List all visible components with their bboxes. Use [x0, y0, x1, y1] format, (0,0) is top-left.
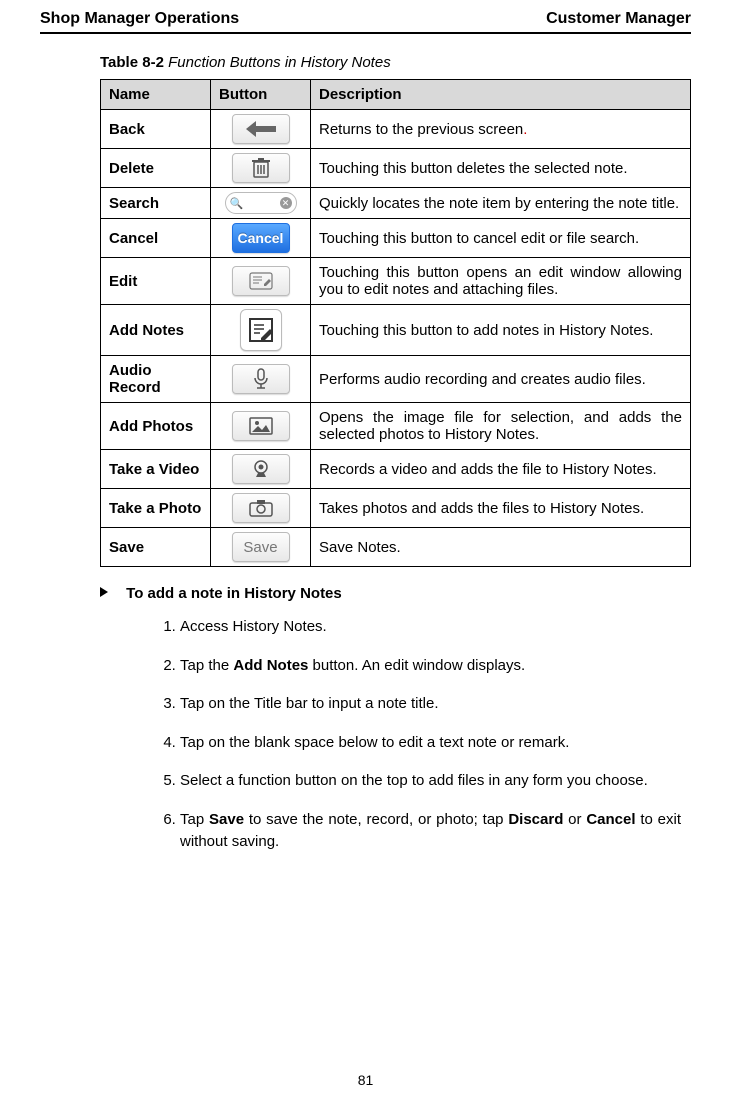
- header-right: Customer Manager: [546, 10, 691, 28]
- trash-icon: [232, 153, 290, 183]
- edit-note-icon: [232, 266, 290, 296]
- picture-icon: [232, 411, 290, 441]
- table-row: Save Save Save Notes.: [101, 528, 691, 567]
- row-name: Add Notes: [101, 305, 211, 356]
- save-button-icon: Save: [232, 532, 290, 562]
- page-number: 81: [0, 1072, 731, 1088]
- procedure: To add a note in History Notes Access Hi…: [100, 585, 691, 854]
- row-name: Save: [101, 528, 211, 567]
- search-box-icon: 🔍 ✕: [225, 192, 297, 214]
- row-desc: Touching this button to cancel edit or f…: [311, 219, 691, 258]
- add-notes-icon: [240, 309, 282, 351]
- caption-number: Table 8-2: [100, 54, 164, 71]
- header-left: Shop Manager Operations: [40, 10, 239, 28]
- step: Select a function button on the top to a…: [180, 770, 691, 793]
- th-description: Description: [311, 80, 691, 110]
- row-desc: Takes photos and adds the files to Histo…: [311, 489, 691, 528]
- table-row: Take a Photo Takes photos and adds the f…: [101, 489, 691, 528]
- table-row: Edit Touching this button opens an edit …: [101, 258, 691, 305]
- caption-title: Function Buttons in History Notes: [168, 54, 391, 71]
- step: Tap on the Title bar to input a note tit…: [180, 693, 691, 716]
- row-desc: Returns to the previous screen.: [311, 110, 691, 149]
- row-desc: Touching this button to add notes in His…: [311, 305, 691, 356]
- row-desc: Performs audio recording and creates aud…: [311, 356, 691, 403]
- row-name: Cancel: [101, 219, 211, 258]
- step: Tap the Add Notes button. An edit window…: [180, 655, 691, 678]
- th-button: Button: [211, 80, 311, 110]
- row-desc: Records a video and adds the file to His…: [311, 450, 691, 489]
- step: Tap Save to save the note, record, or ph…: [180, 809, 691, 854]
- row-name: Back: [101, 110, 211, 149]
- row-desc: Quickly locates the note item by enterin…: [311, 188, 691, 219]
- clear-icon: ✕: [280, 197, 292, 209]
- row-name: Audio Record: [101, 356, 211, 403]
- row-name: Take a Video: [101, 450, 211, 489]
- back-arrow-icon: [232, 114, 290, 144]
- row-name: Delete: [101, 149, 211, 188]
- page-header: Shop Manager Operations Customer Manager: [40, 10, 691, 34]
- table-row: Add Notes Touching this button to add no…: [101, 305, 691, 356]
- function-buttons-table: Name Button Description Back Returns to …: [100, 79, 691, 567]
- step: Access History Notes.: [180, 616, 691, 639]
- magnifier-icon: 🔍: [230, 197, 244, 210]
- row-name: Add Photos: [101, 403, 211, 450]
- table-row: Take a Video Records a video and adds th…: [101, 450, 691, 489]
- table-row: Search 🔍 ✕ Quickly locates the note item…: [101, 188, 691, 219]
- row-desc: Touching this button deletes the selecte…: [311, 149, 691, 188]
- row-name: Edit: [101, 258, 211, 305]
- step: Tap on the blank space below to edit a t…: [180, 732, 691, 755]
- procedure-title: To add a note in History Notes: [126, 585, 342, 602]
- camera-icon: [232, 493, 290, 523]
- proc-arrow-icon: [100, 587, 108, 597]
- table-row: Audio Record Performs audio recording an…: [101, 356, 691, 403]
- row-name: Take a Photo: [101, 489, 211, 528]
- procedure-steps: Access History Notes. Tap the Add Notes …: [100, 616, 691, 854]
- webcam-icon: [232, 454, 290, 484]
- microphone-icon: [232, 364, 290, 394]
- table-row: Back Returns to the previous screen.: [101, 110, 691, 149]
- cancel-button-icon: Cancel: [232, 223, 290, 253]
- row-name: Search: [101, 188, 211, 219]
- row-desc: Touching this button opens an edit windo…: [311, 258, 691, 305]
- table-caption: Table 8-2 Function Buttons in History No…: [100, 54, 691, 71]
- table-row: Add Photos Opens the image file for sele…: [101, 403, 691, 450]
- table-row: Cancel Cancel Touching this button to ca…: [101, 219, 691, 258]
- table-row: Delete Touching this button deletes the …: [101, 149, 691, 188]
- row-desc: Opens the image file for selection, and …: [311, 403, 691, 450]
- th-name: Name: [101, 80, 211, 110]
- row-desc: Save Notes.: [311, 528, 691, 567]
